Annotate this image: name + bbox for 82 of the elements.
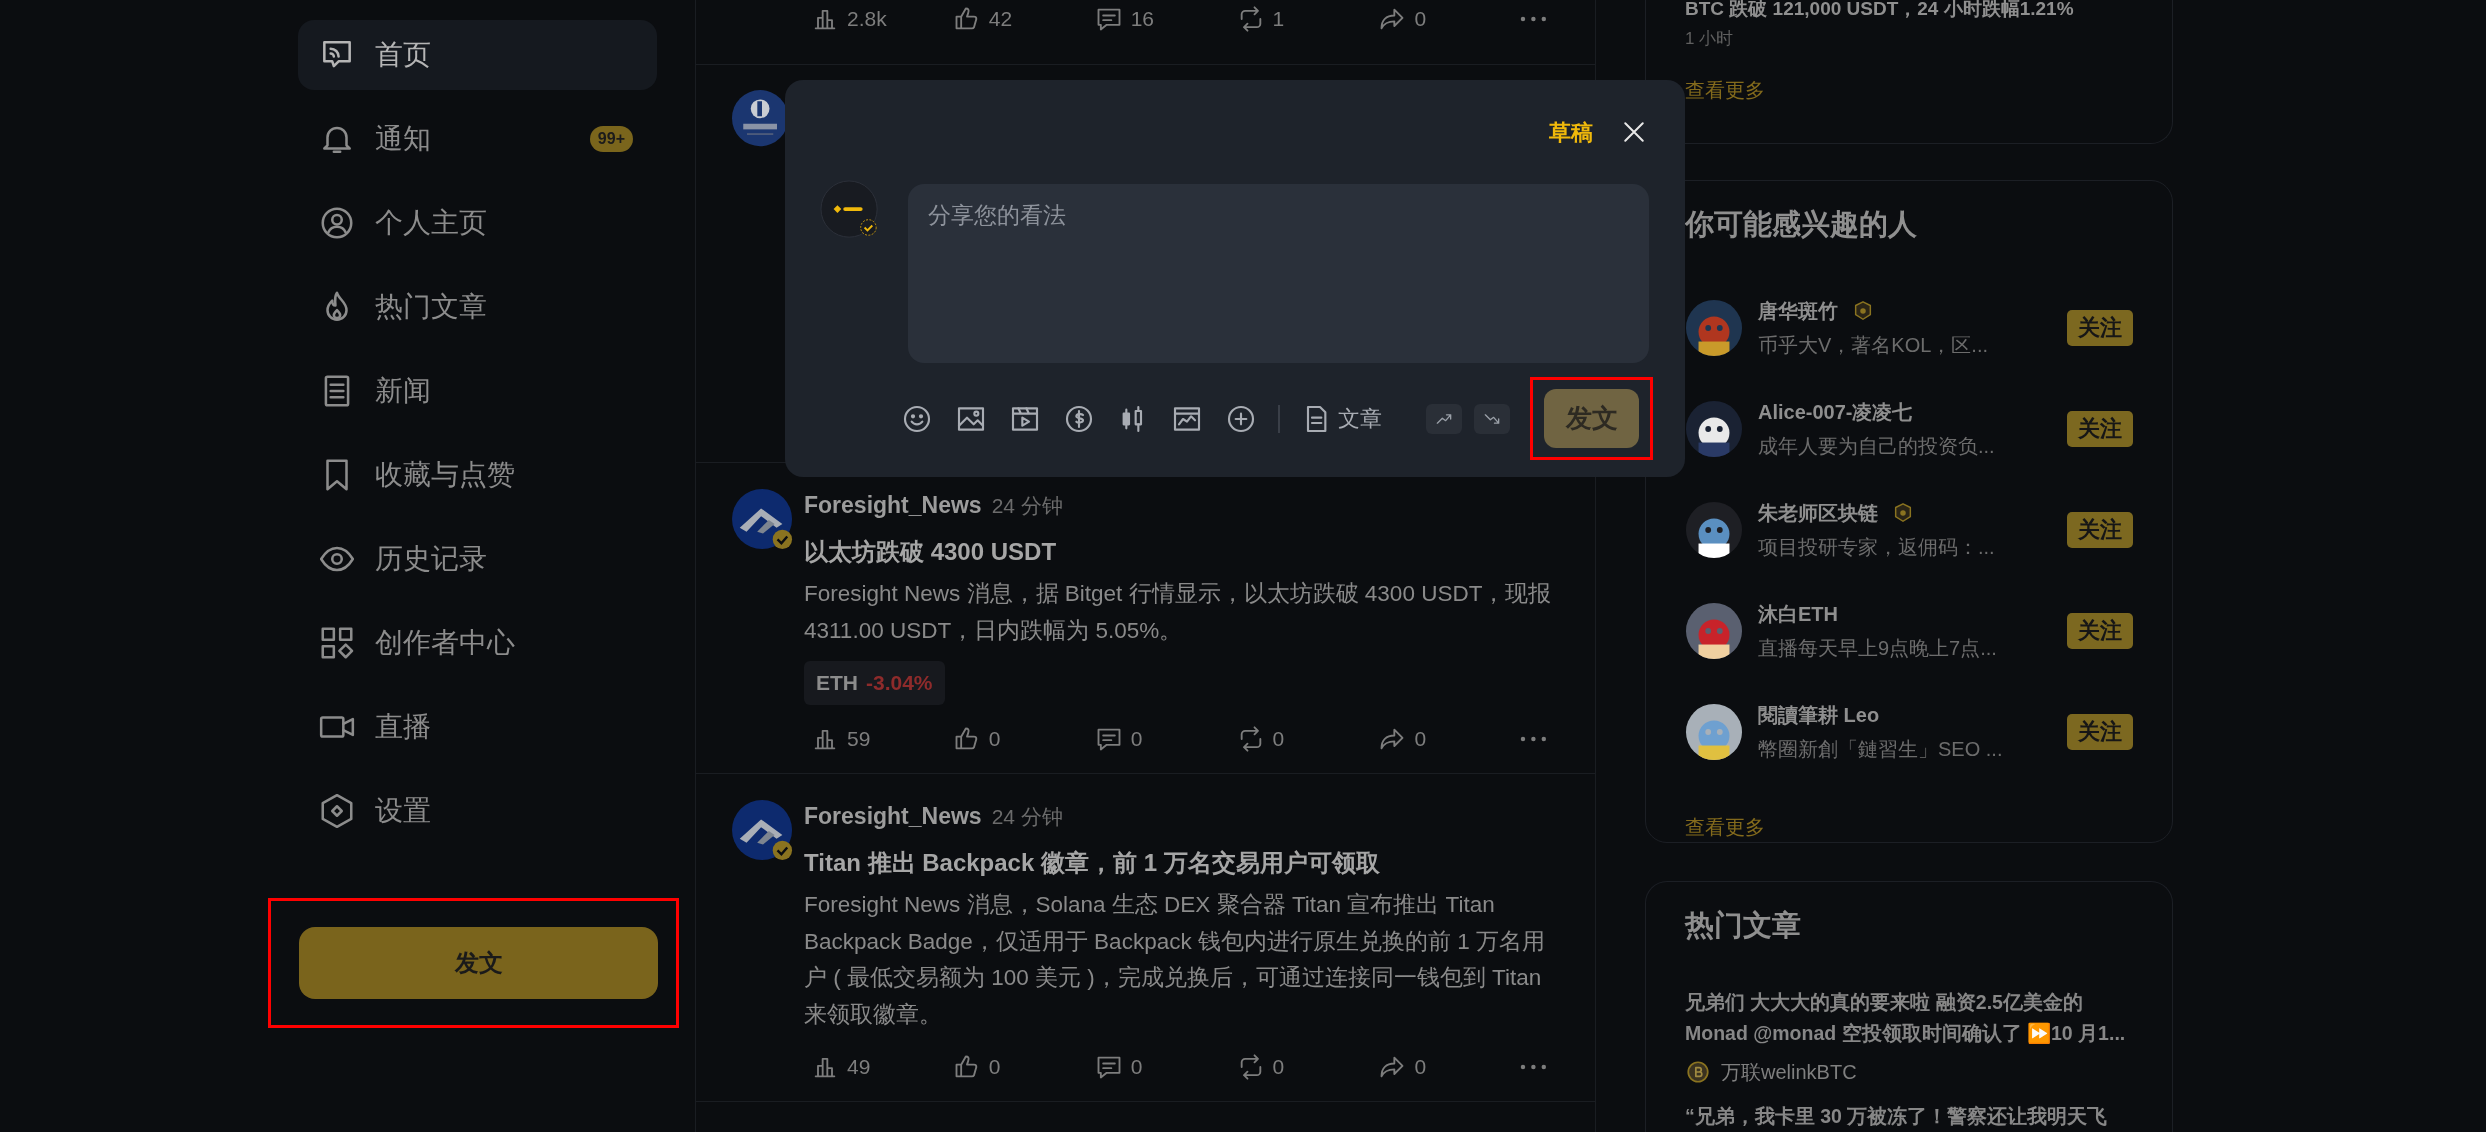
action-button[interactable]: 0 bbox=[1236, 1051, 1379, 1083]
action-button[interactable]: 0 bbox=[1378, 723, 1521, 755]
sidebar-item[interactable]: 直播 bbox=[298, 692, 657, 762]
article-button[interactable]: 文章 bbox=[1300, 402, 1382, 435]
follow-button[interactable]: 关注 bbox=[2067, 309, 2133, 346]
sidebar-item[interactable]: 设置 bbox=[298, 776, 657, 846]
follow-button[interactable]: 关注 bbox=[2067, 511, 2133, 548]
action-button[interactable]: 0 bbox=[1378, 1051, 1521, 1083]
news-time: 1 小时 bbox=[1685, 28, 1735, 50]
post-time: 24 分钟 bbox=[991, 804, 1063, 830]
sidebar-item[interactable]: 新闻 bbox=[298, 356, 657, 426]
action-button[interactable]: 0 bbox=[952, 1051, 1095, 1083]
action-button[interactable]: 42 bbox=[952, 3, 1095, 35]
avatar-icon bbox=[732, 799, 794, 863]
action-button[interactable]: 0 bbox=[952, 723, 1095, 755]
bullish-button[interactable] bbox=[1426, 403, 1462, 434]
sidebar-item[interactable]: 历史记录 bbox=[298, 524, 657, 594]
avatar-icon bbox=[732, 488, 794, 552]
coin-tag[interactable]: ETH -3.04% bbox=[804, 661, 945, 705]
sidebar-label: 收藏与点赞 bbox=[375, 458, 516, 492]
author-name[interactable]: Foresight_News bbox=[804, 488, 982, 523]
sidebar-item[interactable]: 热门文章 bbox=[298, 272, 657, 342]
sidebar-label: 通知 bbox=[375, 122, 432, 156]
user-bio: 幣圈新創「鏈習生」SEO ... bbox=[1758, 736, 2004, 762]
view-more-link[interactable]: 查看更多 bbox=[1685, 74, 1765, 105]
action-button[interactable]: 16 bbox=[1094, 3, 1237, 35]
action-button[interactable]: 0 bbox=[1094, 723, 1237, 755]
action-button[interactable]: 0 bbox=[1378, 3, 1521, 35]
coin-icon bbox=[1685, 1059, 1711, 1085]
bearish-button[interactable] bbox=[1474, 403, 1510, 434]
more-icon bbox=[1520, 16, 1547, 22]
post-body: Foresight News 消息，Solana 生态 DEX 聚合器 Titan 宣布推出 Titan Backpack Badge，仅适用于 Backpack 钱包内进行原生兑换的前 1 万名用户 ( 最低交易额为 100 美元 )，完成兑换后，可通过连接同一钱包到 Titan 来领取徽章。 bbox=[804, 891, 1546, 1029]
action-button[interactable]: 59 bbox=[811, 723, 953, 755]
user-name[interactable]: 閱讀筆耕 Leo bbox=[1758, 699, 1880, 730]
hexagon-icon bbox=[318, 792, 356, 830]
author-name[interactable]: Foresight_News bbox=[804, 799, 982, 834]
follow-button[interactable]: 关注 bbox=[2067, 612, 2133, 649]
sidebar-item[interactable]: 收藏与点赞 bbox=[298, 440, 657, 510]
user-name[interactable]: 唐华斑竹 bbox=[1758, 295, 1838, 326]
sidebar-label: 历史记录 bbox=[375, 542, 488, 576]
sidebar-label: 新闻 bbox=[375, 374, 432, 408]
grid-icon bbox=[318, 624, 356, 662]
view-more-link[interactable]: 查看更多 bbox=[1685, 811, 1765, 842]
sidebar-item[interactable]: 创作者中心 bbox=[298, 608, 657, 678]
follow-button[interactable]: 关注 bbox=[2067, 713, 2133, 750]
sidebar-label: 直播 bbox=[375, 710, 432, 744]
user-bio: 成年人要为自己的投资负... bbox=[1758, 433, 1996, 459]
more-icon bbox=[1520, 1064, 1547, 1070]
post-button[interactable]: 发文 bbox=[299, 927, 658, 999]
user-bio: 直播每天早上9点晚上7点... bbox=[1758, 635, 1998, 661]
action-button[interactable]: 1 bbox=[1236, 3, 1379, 35]
sidebar-label: 首页 bbox=[375, 38, 432, 72]
action-button[interactable]: 0 bbox=[1094, 1051, 1237, 1083]
author-name[interactable]: 万联welinkBTC bbox=[1721, 1057, 1857, 1087]
user-name[interactable]: 沐白ETH bbox=[1758, 598, 1838, 629]
follow-button[interactable]: 关注 bbox=[2067, 410, 2133, 447]
post-time: 24 分钟 bbox=[991, 493, 1063, 519]
sidebar-label: 热门文章 bbox=[375, 290, 488, 324]
card-title: 你可能感兴趣的人 bbox=[1685, 207, 1918, 242]
sidebar-label: 创作者中心 bbox=[375, 626, 516, 660]
card-title: 热门文章 bbox=[1685, 907, 1802, 943]
sidebar-item[interactable]: 个人主页 bbox=[298, 188, 657, 258]
sidebar-label: 个人主页 bbox=[375, 206, 488, 240]
count-badge: 99+ bbox=[589, 126, 633, 152]
action-button[interactable]: 0 bbox=[1236, 723, 1379, 755]
user-bio: 项目投研专家，返佣码：... bbox=[1758, 534, 1996, 560]
drafts-link[interactable]: 草稿 bbox=[1549, 115, 1593, 149]
article-title[interactable]: 兄弟们 大大大的真的要来啦 融资2.5亿美金的 Monad @monad 空投领取时间确认了 ⏩10 月1... bbox=[1685, 987, 2133, 1049]
action-button[interactable]: 2.8k bbox=[811, 3, 953, 35]
sidebar-item[interactable]: 首页 bbox=[298, 20, 657, 90]
post-input[interactable]: 分享您的看法 bbox=[908, 184, 1649, 363]
more-icon bbox=[1520, 736, 1547, 742]
user-name[interactable]: 朱老师区块链 bbox=[1758, 497, 1878, 528]
sidebar-item[interactable]: 通知 99+ bbox=[298, 104, 657, 174]
user-bio: 币乎大V，著名KOL，区... bbox=[1758, 332, 1990, 358]
sidebar-label: 设置 bbox=[375, 794, 432, 828]
post-body: Foresight News 消息，据 Bitget 行情显示，以太坊跌破 4300 USDT，现报 4311.00 USDT，日内跌幅为 5.05%。 bbox=[804, 580, 1553, 645]
post-title[interactable]: Titan 推出 Backpack 徽章，前 1 万名交易用户可领取 bbox=[804, 845, 1559, 881]
user-name[interactable]: Alice-007-凌凌七 bbox=[1758, 396, 1913, 427]
action-button[interactable]: 49 bbox=[811, 1051, 953, 1083]
article-title[interactable]: “兄弟，我卡里 30 万被冻了！警察还让我明天飞 bbox=[1685, 1101, 2133, 1132]
post-title[interactable]: 以太坊跌破 4300 USDT bbox=[804, 534, 1559, 570]
